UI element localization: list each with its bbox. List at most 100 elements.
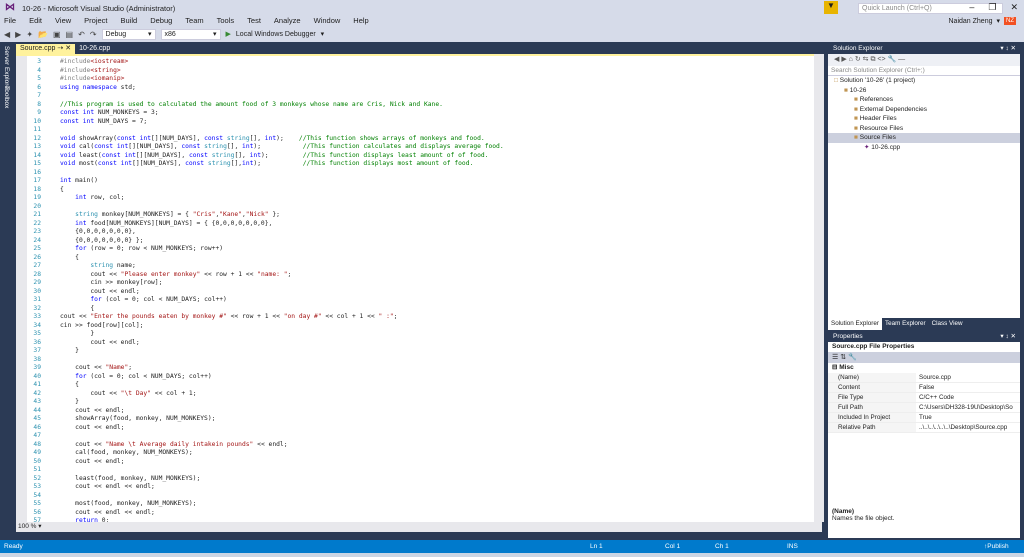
start-debugger-button[interactable]: Local Windows Debugger <box>236 31 316 38</box>
menu-team[interactable]: Team <box>185 16 203 25</box>
properties-toolbar[interactable]: ☰ ⇅ 🔧 <box>828 352 1020 363</box>
property-row[interactable]: File Type C/C++ Code <box>828 393 1020 403</box>
toolbox-tab[interactable]: Toolbox <box>3 86 10 108</box>
solution-search-input[interactable]: Search Solution Explorer (Ctrl+;) <box>828 66 1020 76</box>
property-value[interactable]: C:\Users\DH328-19U\Desktop\So <box>916 403 1013 412</box>
line-text: string name; <box>90 262 136 269</box>
tree-item[interactable]: ■ External Dependencies <box>828 105 1020 115</box>
property-value[interactable]: ..\..\..\..\..\..\Desktop\Source.cpp <box>916 423 1007 432</box>
property-value[interactable]: False <box>916 383 934 392</box>
code-line: 11 <box>27 126 504 135</box>
menu-window[interactable]: Window <box>314 16 341 25</box>
tree-item[interactable]: ■ Source Files <box>828 133 1020 143</box>
line-number: 45 <box>33 415 41 422</box>
menu-file[interactable]: File <box>4 16 16 25</box>
solution-explorer-toolbar[interactable]: ◀ ▶ ⌂ ↻ ⇆ ⧉ <> 🔧 — <box>828 54 1020 66</box>
line-number: 11 <box>33 126 41 133</box>
notifications-filter-icon[interactable]: ▼ <box>824 1 838 14</box>
tab-team-explorer[interactable]: Team Explorer <box>882 318 929 330</box>
open-icon[interactable]: 📂 <box>38 30 48 39</box>
property-value[interactable]: Source.cpp <box>916 373 951 382</box>
visual-studio-logo-icon: ⋈ <box>5 2 15 13</box>
vertical-scrollbar[interactable] <box>814 54 824 522</box>
property-name: Included In Project <box>828 413 916 422</box>
tab-solution-explorer[interactable]: Solution Explorer <box>828 318 882 330</box>
close-tab-icon[interactable]: ✕ <box>65 45 71 52</box>
property-row[interactable]: Included In Project True <box>828 413 1020 423</box>
code-line: 12 void showArray(const int[][NUM_DAYS], … <box>27 135 504 144</box>
menu-help[interactable]: Help <box>353 16 368 25</box>
line-number: 26 <box>33 253 41 261</box>
menu-tools[interactable]: Tools <box>217 16 235 25</box>
line-number: 6 <box>37 83 41 91</box>
property-value[interactable]: C/C++ Code <box>916 393 954 402</box>
menu-debug[interactable]: Debug <box>150 16 172 25</box>
code-line: 24 {0,0,0,0,0,0,0} }; <box>27 237 504 246</box>
back-icon[interactable]: ◀ <box>4 30 10 39</box>
new-project-icon[interactable]: ✦ <box>26 30 33 39</box>
save-all-icon[interactable]: ▤ <box>66 30 74 39</box>
line-text: for (col = 0; col < NUM_DAYS; col++) <box>75 372 212 380</box>
property-row[interactable]: Relative Path ..\..\..\..\..\..\Desktop\S… <box>828 423 1020 433</box>
menu-analyze[interactable]: Analyze <box>274 16 301 25</box>
close-button[interactable]: ✕ <box>1010 2 1018 13</box>
publish-button[interactable]: ↑ Publish <box>984 540 1009 553</box>
menu-edit[interactable]: Edit <box>29 16 42 25</box>
margin-gutter <box>16 56 27 522</box>
redo-icon[interactable]: ↷ <box>90 30 97 39</box>
property-name: Content <box>828 383 916 392</box>
tab-10-26-cpp[interactable]: 10-26.cpp <box>75 44 114 54</box>
tree-item[interactable]: ■ 10-26 <box>828 86 1020 96</box>
restore-button[interactable]: ❐ <box>988 2 996 13</box>
category-misc[interactable]: ⊟ Misc <box>828 363 1020 373</box>
user-dropdown-icon[interactable]: ▾ <box>996 17 1000 25</box>
forward-icon[interactable]: ▶ <box>15 30 21 39</box>
save-icon[interactable]: ▣ <box>53 30 61 39</box>
menu-view[interactable]: View <box>55 16 71 25</box>
property-row[interactable]: Content False <box>828 383 1020 393</box>
code-line: 35 } <box>27 330 504 339</box>
avatar[interactable]: NZ <box>1004 17 1016 25</box>
code-text-area[interactable]: 3 #include<iostream> 4 #include<string> 5 #in… <box>16 54 822 522</box>
tree-item-label: Source Files <box>859 134 896 141</box>
line-number: 7 <box>37 92 41 99</box>
line-number: 46 <box>33 423 41 431</box>
user-name[interactable]: Naidan Zheng <box>949 18 993 25</box>
line-text: const int NUM_DAYS = 7; <box>60 117 148 125</box>
tree-item[interactable]: ■ Header Files <box>828 114 1020 124</box>
tree-item[interactable]: ■ References <box>828 95 1020 105</box>
tab-class-view[interactable]: Class View <box>929 318 966 330</box>
tree-item[interactable]: ■ Resource Files <box>828 124 1020 134</box>
menu-test[interactable]: Test <box>247 16 261 25</box>
line-text: {0,0,0,0,0,0,0} }; <box>60 236 144 244</box>
property-row[interactable]: Full Path C:\Users\DH328-19U\Desktop\So <box>828 403 1020 413</box>
line-text: } <box>60 347 79 354</box>
property-value[interactable]: True <box>916 413 932 422</box>
platform-select[interactable]: x86 ▾ <box>160 28 221 40</box>
tree-item[interactable]: ✦ 10-26.cpp <box>828 143 1020 153</box>
tree-item[interactable]: □ Solution '10-26' (1 project) <box>828 76 1020 86</box>
line-number: 34 <box>33 321 41 329</box>
line-text: cout << "\t Day" << col + 1; <box>60 389 197 397</box>
undo-icon[interactable]: ↶ <box>78 30 85 39</box>
code-line: 53 cout << endl << endl; <box>27 483 504 492</box>
line-text: const int NUM_MONKEYS = 3; <box>60 109 159 116</box>
panel-controls-icon[interactable]: ▾ ↕ ✕ <box>1000 44 1016 54</box>
minimize-button[interactable]: – <box>969 2 974 13</box>
code-line: 20 <box>27 203 504 212</box>
platform-value: x86 <box>164 30 176 38</box>
configuration-select[interactable]: Debug ▾ <box>101 28 156 40</box>
menu-project[interactable]: Project <box>84 16 107 25</box>
server-explorer-tab[interactable]: Server Explorer <box>3 46 10 91</box>
status-ready: Ready <box>4 543 23 550</box>
panel-controls-icon[interactable]: ▾ ↕ ✕ <box>1000 332 1016 342</box>
start-debug-icon[interactable]: ▶ <box>226 30 231 38</box>
solution-tree: □ Solution '10-26' (1 project) ■ 10-26 ■ R… <box>828 76 1020 152</box>
menu-build[interactable]: Build <box>121 16 138 25</box>
line-number: 20 <box>33 202 41 210</box>
property-row[interactable]: (Name) Source.cpp <box>828 373 1020 383</box>
zoom-level-select[interactable]: 100 % <box>18 523 36 530</box>
tab-source-cpp[interactable]: Source.cpp ⇢ ✕ <box>16 44 76 54</box>
properties-subject[interactable]: Source.cpp File Properties <box>828 342 1020 352</box>
pin-icon[interactable]: ⇢ <box>57 45 63 52</box>
